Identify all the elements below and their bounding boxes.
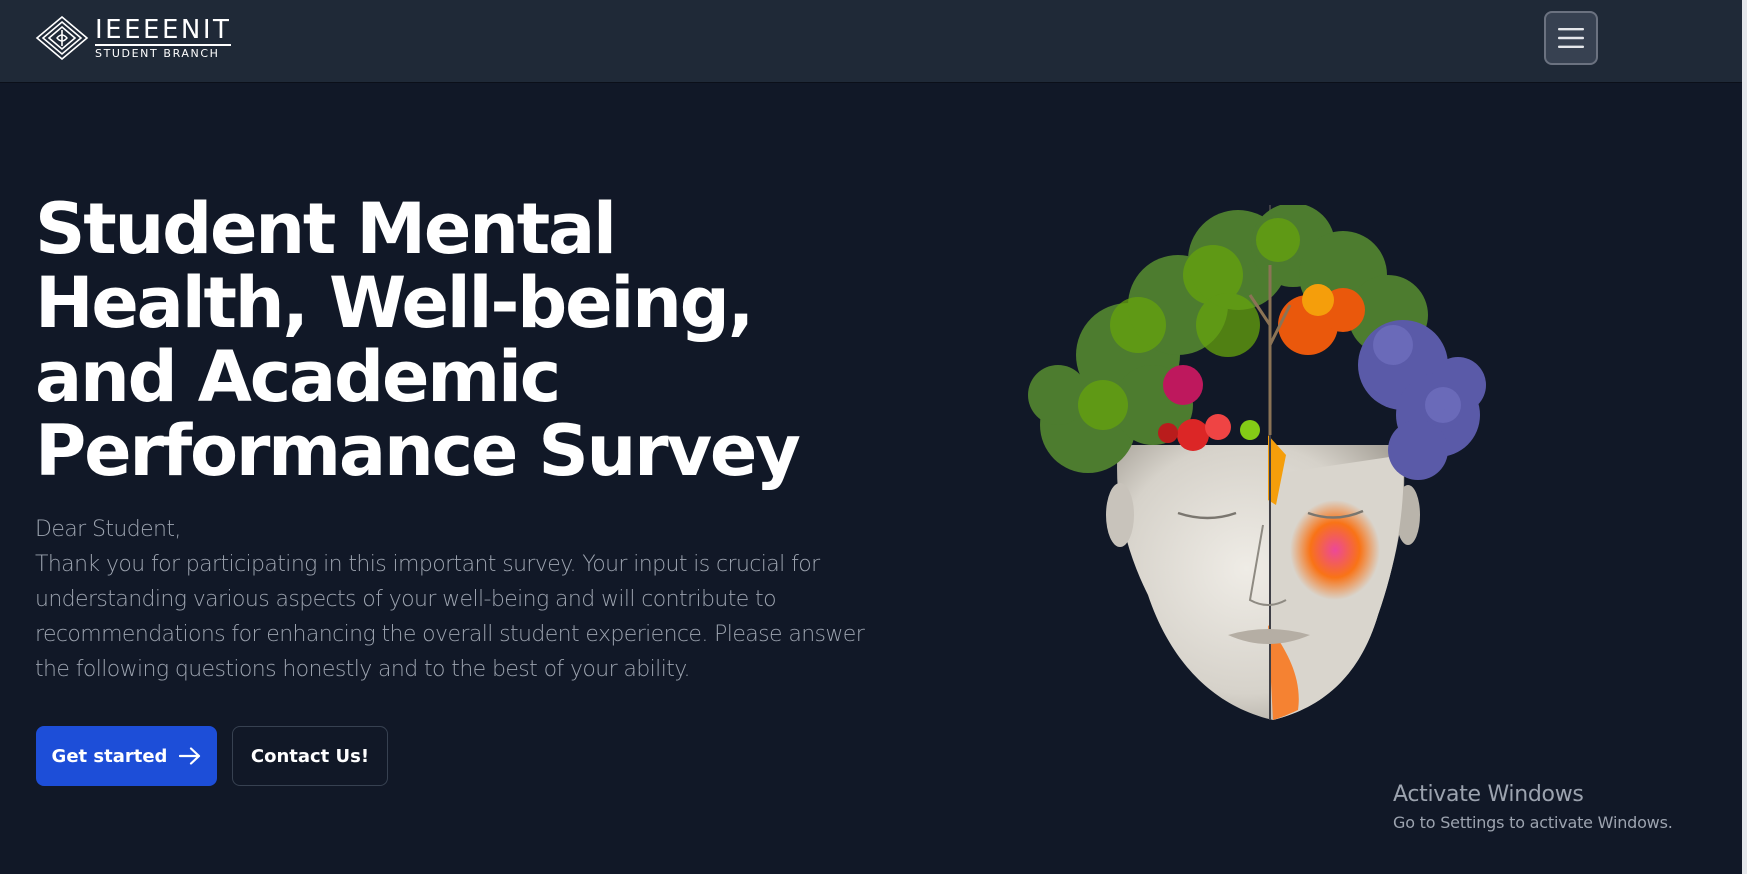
watermark-subtitle: Go to Settings to activate Windows. (1393, 813, 1673, 832)
get-started-label: Get started (51, 745, 168, 767)
get-started-button[interactable]: Get started (36, 726, 217, 786)
logo-title: IEEEENIT (95, 15, 232, 46)
watermark-title: Activate Windows (1393, 782, 1584, 807)
contact-us-label: Contact Us! (250, 745, 370, 767)
logo-subtitle: STUDENT BRANCH (95, 47, 220, 60)
contact-us-button[interactable]: Contact Us! (232, 726, 388, 786)
hamburger-menu-icon (1558, 28, 1584, 48)
menu-button[interactable] (1544, 11, 1598, 65)
arrow-right-icon (179, 747, 201, 765)
logo[interactable]: IEEEENIT STUDENT BRANCH (35, 15, 232, 60)
scrollbar[interactable] (1742, 0, 1747, 874)
hero-body-text: Thank you for participating in this impo… (35, 552, 865, 682)
hero-greeting: Dear Student, (35, 517, 181, 542)
activate-windows-watermark: Activate Windows Go to Settings to activ… (1393, 782, 1673, 832)
hero-title: Student Mental Health, Well-being, and A… (35, 188, 801, 492)
navbar: IEEEENIT STUDENT BRANCH (0, 0, 1742, 82)
mental-health-head-illustration (1028, 205, 1486, 720)
ieee-diamond-logo-icon (35, 16, 89, 60)
hero-description: Dear Student, Thank you for participatin… (35, 512, 865, 687)
